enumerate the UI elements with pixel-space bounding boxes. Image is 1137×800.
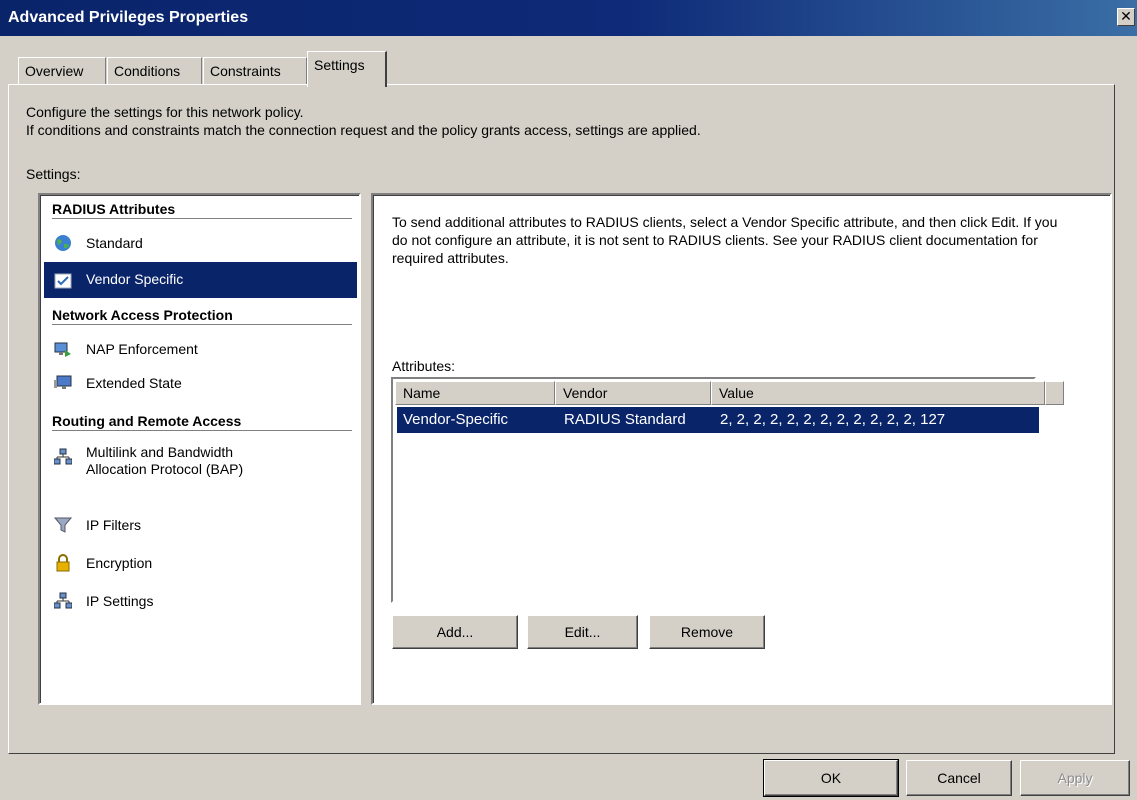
tab-settings[interactable]: Settings	[307, 51, 387, 87]
settings-item-label: Multilink and Bandwidth	[86, 444, 234, 460]
group-header-rras: Routing and Remote Access	[52, 413, 352, 431]
close-icon[interactable]: ✕	[1117, 8, 1135, 26]
remove-button[interactable]: Remove	[649, 615, 765, 649]
lock-icon	[56, 554, 70, 572]
settings-item-label: IP Filters	[86, 517, 141, 533]
settings-item-nap-enforcement[interactable]: NAP Enforcement	[44, 335, 357, 365]
tab-constraints[interactable]: Constraints	[203, 57, 307, 85]
nap-icon	[54, 342, 71, 357]
settings-item-label: NAP Enforcement	[86, 341, 198, 357]
settings-item-encryption[interactable]: Encryption	[44, 549, 357, 579]
settings-label: Settings:	[26, 166, 81, 182]
settings-item-label: Vendor Specific	[86, 271, 184, 287]
cell-vendor: RADIUS Standard	[564, 411, 686, 428]
globe-icon	[55, 235, 71, 251]
table-row[interactable]: Vendor-Specific RADIUS Standard 2, 2, 2,…	[397, 407, 1039, 433]
settings-item-multilink-bap[interactable]: Multilink and Bandwidth Allocation Proto…	[44, 439, 357, 487]
network-icon	[54, 592, 72, 609]
settings-item-ip-settings[interactable]: IP Settings	[44, 587, 357, 617]
description-line-1: Configure the settings for this network …	[26, 104, 304, 120]
window-title: Advanced Privileges Properties	[8, 9, 249, 26]
settings-item-ip-filters[interactable]: IP Filters	[44, 511, 357, 541]
column-header-vendor[interactable]: Vendor	[555, 381, 711, 405]
column-header-name[interactable]: Name	[395, 381, 555, 405]
settings-item-standard[interactable]: Standard	[44, 229, 357, 259]
group-header-nap: Network Access Protection	[52, 307, 352, 325]
apply-button[interactable]: Apply	[1020, 760, 1130, 796]
cell-value: 2, 2, 2, 2, 2, 2, 2, 2, 2, 2, 2, 2, 127	[720, 411, 946, 428]
filter-icon	[54, 517, 72, 533]
add-button[interactable]: Add...	[392, 615, 518, 649]
settings-item-label-line-2: Allocation Protocol (BAP)	[86, 461, 244, 477]
ok-button[interactable]: OK	[763, 759, 899, 797]
panel-description: To send additional attributes to RADIUS …	[392, 214, 1058, 266]
settings-item-label: IP Settings	[86, 593, 154, 609]
attributes-label: Attributes:	[392, 358, 456, 374]
cancel-button[interactable]: Cancel	[906, 760, 1012, 796]
title-bar: Advanced Privileges Properties ✕	[0, 0, 1137, 36]
column-header-value[interactable]: Value	[711, 381, 1045, 405]
group-header-radius: RADIUS Attributes	[52, 201, 352, 219]
settings-item-vendor-specific[interactable]: Vendor Specific	[44, 262, 357, 298]
settings-list: RADIUS Attributes Standard Vendor Specif…	[38, 193, 361, 705]
description-line-2: If conditions and constraints match the …	[26, 122, 701, 138]
attributes-list[interactable]: Name Vendor Value Vendor-Specific RADIUS…	[391, 377, 1064, 603]
monitor-icon	[54, 375, 72, 389]
edit-button[interactable]: Edit...	[527, 615, 638, 649]
settings-item-label: Encryption	[86, 555, 153, 571]
column-header-spacer	[1045, 381, 1064, 405]
cell-name: Vendor-Specific	[403, 411, 509, 428]
settings-item-label: Standard	[86, 235, 143, 251]
tab-conditions[interactable]: Conditions	[107, 57, 202, 85]
checkbox-icon	[54, 273, 72, 289]
network-icon	[54, 448, 72, 465]
settings-detail-panel: To send additional attributes to RADIUS …	[371, 193, 1112, 705]
settings-item-label: Extended State	[86, 375, 182, 391]
tab-overview[interactable]: Overview	[18, 57, 106, 85]
settings-item-extended-state[interactable]: Extended State	[44, 369, 357, 399]
